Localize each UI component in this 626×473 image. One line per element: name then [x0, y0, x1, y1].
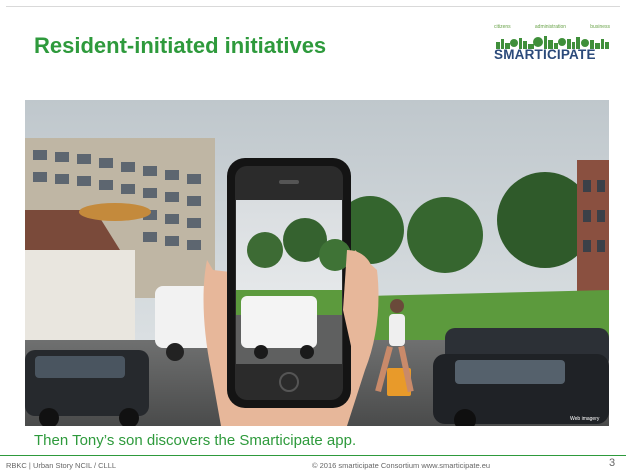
logo-wordmark: SMARTICIPATE — [494, 47, 596, 62]
footer-divider — [0, 455, 626, 456]
svg-text:Web imagery: Web imagery — [570, 416, 600, 422]
smarticipate-logo: citizens administration business SMARTIC… — [494, 24, 610, 64]
slide: Resident-initiated initiatives citizens … — [0, 0, 626, 473]
slide-caption: Then Tony’s son discovers the Smarticipa… — [34, 432, 357, 449]
slide-title: Resident-initiated initiatives — [34, 33, 327, 58]
street-scene-image: Web imagery — [25, 100, 609, 426]
page-number: 3 — [609, 457, 616, 469]
footer-copyright: © 2016 smarticipate Consortium www.smart… — [312, 461, 491, 470]
footer-left-text: RBKC | Urban Story NCIL / CLLL — [6, 461, 117, 470]
top-divider — [6, 6, 620, 7]
street-photo: Web imagery — [25, 100, 609, 426]
